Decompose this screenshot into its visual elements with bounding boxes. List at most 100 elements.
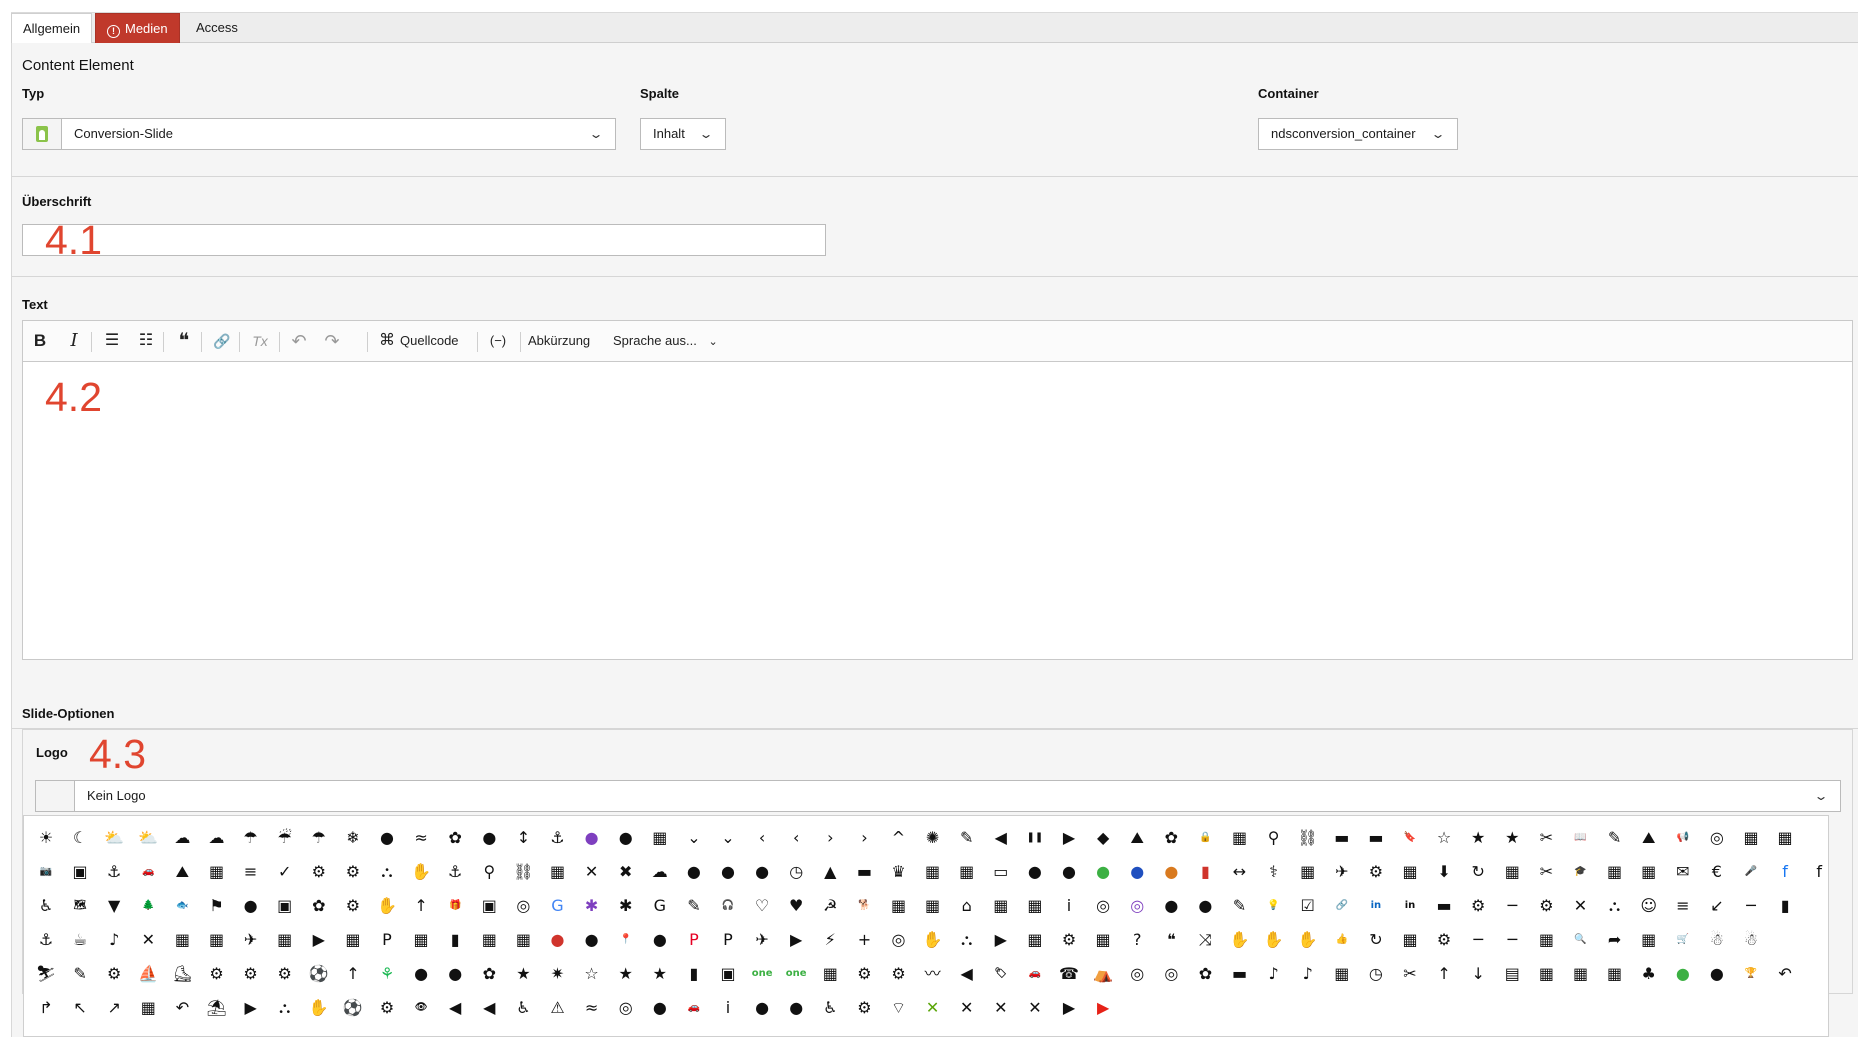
logo-option-icon[interactable]: ⚙ — [375, 996, 399, 1020]
logo-option-icon[interactable]: ● — [1091, 860, 1115, 884]
logo-option-icon[interactable]: ▦ — [1569, 962, 1593, 986]
undo-button[interactable]: ↶ — [286, 321, 312, 361]
tab-allgemein[interactable]: Allgemein — [11, 13, 93, 45]
logo-option-icon[interactable]: ↕ — [511, 826, 535, 850]
logo-option-icon[interactable]: ▦ — [1500, 860, 1524, 884]
logo-option-icon[interactable]: ▬ — [1228, 962, 1252, 986]
logo-option-icon[interactable]: ✂ — [1534, 860, 1558, 884]
logo-option-icon[interactable]: 🚗 — [682, 996, 706, 1020]
italic-button[interactable]: I — [61, 321, 87, 361]
logo-option-icon[interactable]: 🏷 — [989, 962, 1013, 986]
logo-option-icon[interactable]: ♡ — [750, 894, 774, 918]
logo-option-icon[interactable]: ● — [1159, 860, 1183, 884]
logo-option-icon[interactable]: ⛰ — [1637, 826, 1661, 850]
logo-option-icon[interactable]: ▮ — [1193, 860, 1217, 884]
logo-option-icon[interactable]: 📍 — [614, 928, 638, 952]
logo-option-icon[interactable]: ▬ — [1330, 826, 1354, 850]
logo-option-icon[interactable]: 📖 — [1569, 826, 1593, 850]
logo-option-icon[interactable]: P — [716, 928, 740, 952]
logo-option-icon[interactable]: f — [1807, 860, 1831, 884]
logo-option-icon[interactable]: ⚙ — [1466, 894, 1490, 918]
logo-option-icon[interactable]: ⌄ — [716, 826, 740, 850]
logo-option-icon[interactable]: ▼ — [102, 894, 126, 918]
logo-option-icon[interactable]: ● — [409, 962, 433, 986]
logo-option-icon[interactable]: ↑ — [409, 894, 433, 918]
logo-option-icon[interactable]: ✺ — [921, 826, 945, 850]
logo-option-icon[interactable]: ● — [239, 894, 263, 918]
logo-option-icon[interactable]: ▦ — [136, 996, 160, 1020]
logo-option-icon[interactable]: ◎ — [1159, 962, 1183, 986]
logo-option-icon[interactable]: ▶ — [784, 928, 808, 952]
logo-option-icon[interactable]: ▣ — [68, 860, 92, 884]
logo-option-icon[interactable]: ▦ — [1398, 928, 1422, 952]
logo-option-icon[interactable]: ★ — [1500, 826, 1524, 850]
logo-option-icon[interactable]: ● — [648, 928, 672, 952]
logo-option-icon[interactable]: ✕ — [921, 996, 945, 1020]
link-button[interactable]: 🔗 — [209, 321, 235, 361]
logo-option-icon[interactable]: ➦ — [1603, 928, 1627, 952]
logo-option-icon[interactable]: ✎ — [682, 894, 706, 918]
logo-option-icon[interactable]: ⛵ — [136, 962, 160, 986]
logo-option-icon[interactable]: ◆ — [1091, 826, 1115, 850]
logo-option-icon[interactable]: ⚙ — [852, 962, 876, 986]
logo-option-icon[interactable]: f — [1773, 860, 1797, 884]
logo-option-icon[interactable]: ✂ — [1534, 826, 1558, 850]
logo-option-icon[interactable]: ⛬ — [955, 928, 979, 952]
logo-option-icon[interactable]: ● — [716, 860, 740, 884]
logo-option-icon[interactable]: ⚙ — [273, 962, 297, 986]
logo-option-icon[interactable]: ⌔ — [887, 996, 911, 1020]
logo-option-icon[interactable]: ✱ — [580, 894, 604, 918]
logo-option-icon[interactable]: 🔒 — [1193, 826, 1217, 850]
logo-option-icon[interactable]: ⚙ — [1432, 928, 1456, 952]
logo-option-icon[interactable]: ◎ — [511, 894, 535, 918]
logo-option-icon[interactable]: ✎ — [68, 962, 92, 986]
logo-option-icon[interactable]: ★ — [1466, 826, 1490, 850]
logo-option-icon[interactable]: ↑ — [341, 962, 365, 986]
logo-option-icon[interactable]: ⚙ — [341, 894, 365, 918]
rte-editor-area[interactable] — [22, 362, 1853, 660]
logo-option-icon[interactable]: ◎ — [1705, 826, 1729, 850]
logo-option-icon[interactable]: ✕ — [1569, 894, 1593, 918]
logo-option-icon[interactable]: ♣ — [1637, 962, 1661, 986]
logo-option-icon[interactable]: ♿ — [511, 996, 535, 1020]
logo-option-icon[interactable]: ↗ — [102, 996, 126, 1020]
logo-option-icon[interactable]: ☁ — [170, 826, 194, 850]
logo-option-icon[interactable]: ◀ — [477, 996, 501, 1020]
logo-option-icon[interactable]: ▲ — [818, 860, 842, 884]
logo-option-icon[interactable]: ☆ — [580, 962, 604, 986]
logo-option-icon[interactable]: P — [375, 928, 399, 952]
logo-option-icon[interactable]: ☑ — [1296, 894, 1320, 918]
logo-option-icon[interactable]: ☕ — [68, 928, 92, 952]
remove-format-button[interactable]: Tx — [247, 321, 273, 361]
logo-option-icon[interactable]: ▦ — [1534, 962, 1558, 986]
logo-option-icon[interactable]: ▮ — [443, 928, 467, 952]
logo-option-icon[interactable]: G — [648, 894, 672, 918]
logo-option-icon[interactable]: one — [784, 962, 808, 986]
logo-option-icon[interactable]: ✎ — [955, 826, 979, 850]
logo-option-icon[interactable]: ● — [580, 928, 604, 952]
logo-option-icon[interactable]: ⚽ — [341, 996, 365, 1020]
logo-option-icon[interactable]: ⚙ — [102, 962, 126, 986]
logo-option-icon[interactable]: 🔗 — [1330, 894, 1354, 918]
logo-option-icon[interactable]: ★ — [511, 962, 535, 986]
logo-option-icon[interactable]: ⌄ — [682, 826, 706, 850]
logo-option-icon[interactable]: ▣ — [273, 894, 297, 918]
logo-option-icon[interactable]: ⚘ — [375, 962, 399, 986]
logo-option-icon[interactable]: ▦ — [205, 860, 229, 884]
tab-medien[interactable]: ! Medien — [95, 13, 180, 44]
logo-select[interactable]: Kein Logo ⌄ — [35, 780, 1841, 812]
logo-option-icon[interactable]: 🚗 — [1023, 962, 1047, 986]
logo-option-icon[interactable]: ⛓ — [511, 860, 535, 884]
logo-option-icon[interactable]: ✕ — [955, 996, 979, 1020]
logo-option-icon[interactable]: ☎ — [1057, 962, 1081, 986]
language-dropdown[interactable]: Sprache aus... ⌄ — [613, 321, 735, 361]
logo-option-icon[interactable]: ─ — [1739, 894, 1763, 918]
logo-option-icon[interactable]: ⛷ — [34, 962, 58, 986]
logo-option-icon[interactable]: ⚡ — [818, 928, 842, 952]
logo-option-icon[interactable]: ⛺ — [1091, 962, 1115, 986]
logo-option-icon[interactable]: ▭ — [989, 860, 1013, 884]
logo-option-icon[interactable]: ● — [1023, 860, 1047, 884]
logo-option-icon[interactable]: 🎁 — [443, 894, 467, 918]
logo-option-icon[interactable]: ● — [477, 826, 501, 850]
bold-button[interactable]: B — [27, 321, 53, 361]
